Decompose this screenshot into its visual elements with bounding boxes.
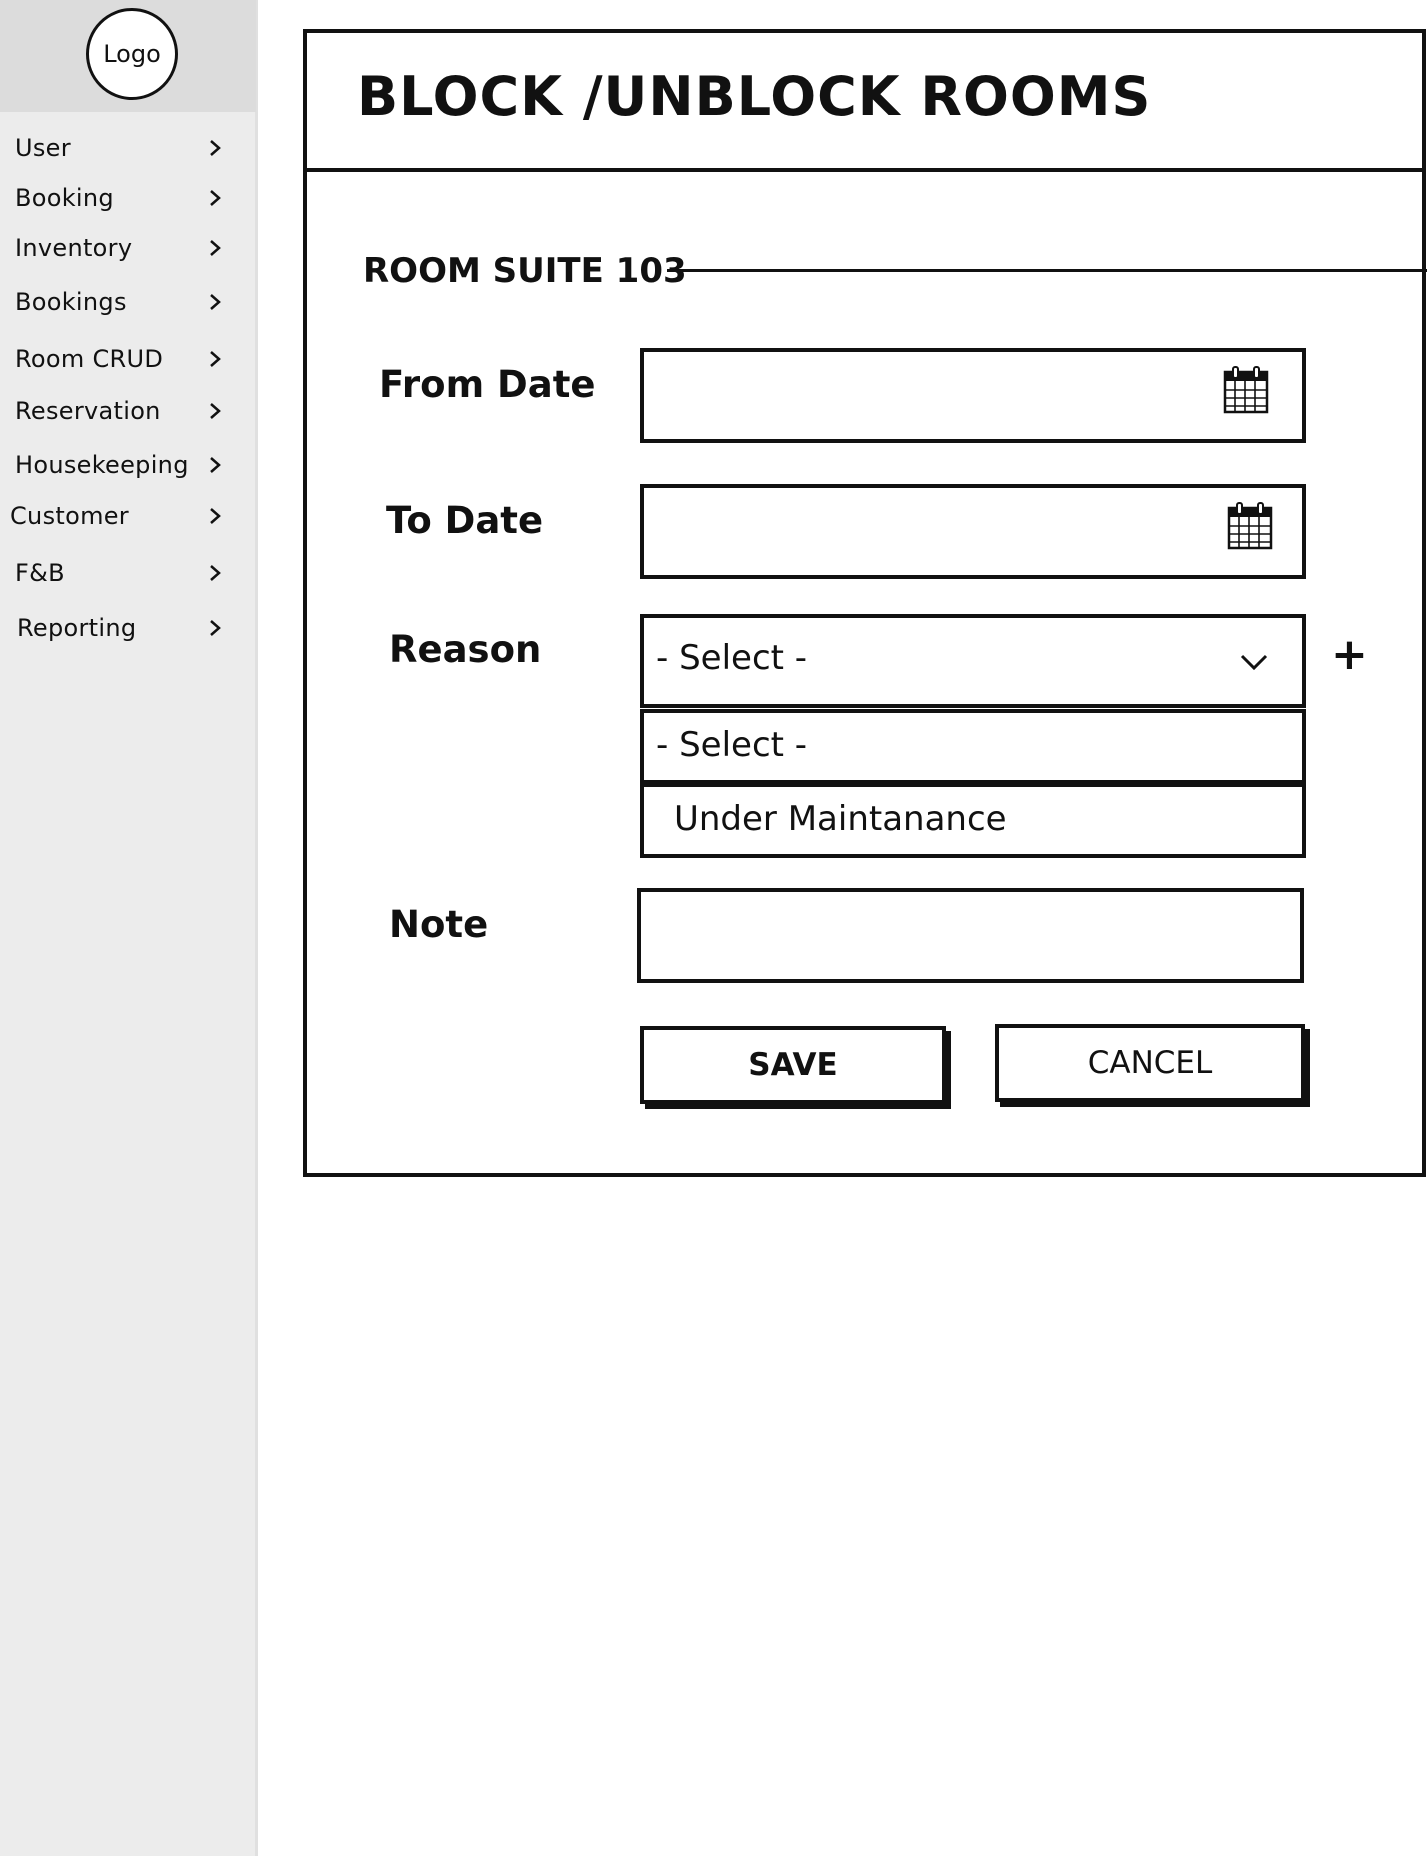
chevron-right-icon bbox=[210, 403, 221, 419]
reason-selected-value: - Select - bbox=[656, 638, 808, 678]
reason-label: Reason bbox=[389, 628, 542, 671]
chevron-right-icon bbox=[210, 351, 221, 367]
sidebar-item-label: Room CRUD bbox=[15, 345, 164, 373]
reason-option[interactable]: - Select - bbox=[640, 709, 1306, 784]
sidebar-item-label: Bookings bbox=[15, 288, 127, 316]
block-rooms-panel: BLOCK /UNBLOCK ROOMS ROOM SUITE 103 From… bbox=[303, 29, 1427, 1177]
sidebar-header: Logo bbox=[0, 0, 256, 112]
chevron-right-icon bbox=[210, 240, 221, 256]
sidebar-item-label: Reporting bbox=[17, 614, 137, 642]
page-title: BLOCK /UNBLOCK ROOMS bbox=[357, 65, 1152, 128]
sidebar-item-label: User bbox=[15, 134, 71, 162]
save-button[interactable]: SAVE bbox=[640, 1026, 946, 1104]
to-date-label: To Date bbox=[386, 499, 544, 542]
sidebar-item-reservation[interactable]: Reservation bbox=[0, 389, 232, 433]
sidebar-item-bookings[interactable]: Bookings bbox=[0, 280, 232, 324]
sidebar-item-label: Customer bbox=[10, 502, 129, 530]
sidebar-item-label: Inventory bbox=[15, 234, 133, 262]
sidebar-item-label: Housekeeping bbox=[15, 451, 189, 479]
chevron-right-icon bbox=[210, 190, 221, 206]
calendar-icon[interactable] bbox=[1223, 366, 1269, 414]
sidebar-item-user[interactable]: User bbox=[0, 126, 232, 170]
note-label: Note bbox=[389, 903, 489, 946]
note-field[interactable] bbox=[637, 888, 1304, 983]
chevron-right-icon bbox=[210, 140, 221, 156]
panel-header: BLOCK /UNBLOCK ROOMS bbox=[307, 33, 1422, 172]
reason-option-label: Under Maintanance bbox=[674, 799, 1007, 839]
section-title: ROOM SUITE 103 bbox=[363, 251, 687, 291]
reason-option-label: - Select - bbox=[656, 725, 808, 765]
from-date-label: From Date bbox=[379, 363, 596, 406]
reason-select[interactable]: - Select - bbox=[640, 614, 1306, 708]
logo-label: Logo bbox=[103, 40, 161, 68]
logo[interactable]: Logo bbox=[86, 8, 178, 100]
sidebar-item-inventory[interactable]: Inventory bbox=[0, 226, 232, 270]
section-divider bbox=[667, 269, 1427, 272]
sidebar: Logo User Booking Inventory Bookings Roo… bbox=[0, 0, 258, 1856]
from-date-field[interactable] bbox=[640, 348, 1306, 443]
to-date-field[interactable] bbox=[640, 484, 1306, 579]
calendar-icon[interactable] bbox=[1227, 502, 1273, 550]
reason-option[interactable]: Under Maintanance bbox=[640, 783, 1306, 858]
sidebar-item-room-crud[interactable]: Room CRUD bbox=[0, 337, 232, 381]
sidebar-item-customer[interactable]: Customer bbox=[0, 494, 232, 538]
sidebar-item-label: F&B bbox=[15, 559, 65, 587]
chevron-right-icon bbox=[210, 565, 221, 581]
sidebar-item-fnb[interactable]: F&B bbox=[0, 551, 232, 595]
chevron-down-icon bbox=[1240, 654, 1268, 671]
sidebar-item-housekeeping[interactable]: Housekeeping bbox=[0, 443, 232, 487]
cancel-button[interactable]: CANCEL bbox=[995, 1024, 1305, 1102]
sidebar-item-label: Booking bbox=[15, 184, 114, 212]
sidebar-item-reporting[interactable]: Reporting bbox=[0, 606, 232, 650]
sidebar-item-booking[interactable]: Booking bbox=[0, 176, 232, 220]
chevron-right-icon bbox=[210, 508, 221, 524]
chevron-right-icon bbox=[210, 294, 221, 310]
plus-icon[interactable]: + bbox=[1331, 633, 1368, 677]
chevron-right-icon bbox=[210, 620, 221, 636]
sidebar-item-label: Reservation bbox=[15, 397, 161, 425]
chevron-right-icon bbox=[210, 457, 221, 473]
